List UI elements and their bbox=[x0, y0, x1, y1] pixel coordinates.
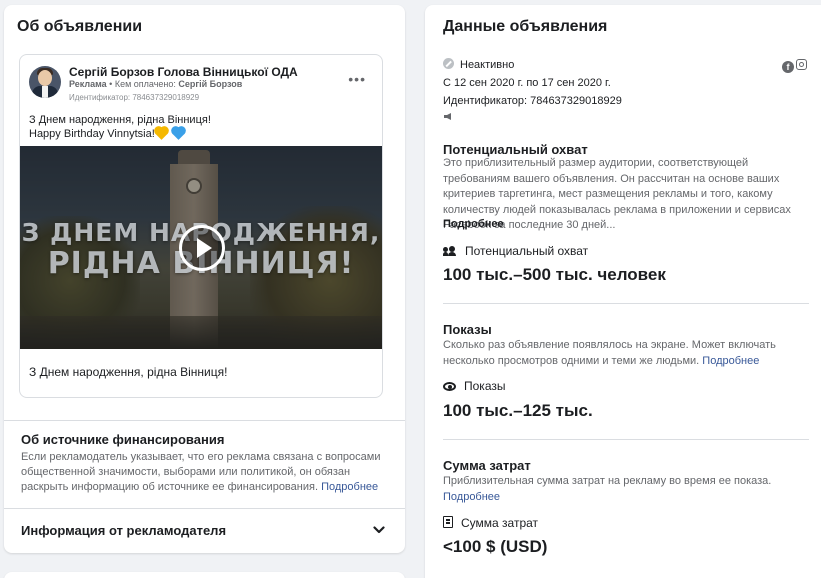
video-caption: З Днем народження, рідна Вінниця! bbox=[29, 365, 228, 379]
status-row: Неактивно bbox=[443, 58, 514, 71]
reach-value: 100 тыс.–500 тыс. человек bbox=[443, 265, 666, 284]
reach-more-link[interactable]: Подробнее bbox=[443, 218, 504, 230]
reach-heading: Потенциальный охват bbox=[443, 142, 588, 157]
spend-label-text: Сумма затрат bbox=[461, 516, 539, 530]
next-card bbox=[4, 572, 405, 578]
ad-text-line2-text: Happy Birthday Vinnytsia! bbox=[29, 128, 155, 140]
spend-value: <100 $ (USD) bbox=[443, 537, 548, 556]
date-range: С 12 сен 2020 г. по 17 сен 2020 г. bbox=[443, 77, 611, 89]
spend-desc-text: Приблизительная сумма затрат на рекламу … bbox=[443, 475, 772, 487]
funding-more-link[interactable]: Подробнее bbox=[321, 481, 378, 493]
avatar[interactable] bbox=[29, 66, 61, 98]
instagram-icon bbox=[796, 59, 807, 70]
platform-icons: f bbox=[782, 57, 807, 75]
people-icon bbox=[443, 246, 457, 256]
spend-more-link[interactable]: Подробнее bbox=[443, 491, 500, 503]
impressions-label: Показы bbox=[443, 379, 505, 393]
status-inactive-icon bbox=[443, 58, 454, 69]
chevron-down-icon[interactable] bbox=[373, 524, 385, 536]
sponsored-label: Реклама bbox=[69, 79, 107, 89]
ad-text: З Днем народження, рідна Вінниця! Happy … bbox=[29, 113, 211, 141]
impressions-more-link[interactable]: Подробнее bbox=[702, 355, 759, 367]
divider bbox=[443, 439, 809, 440]
paid-by-prefix: • Кем оплачено: bbox=[106, 79, 179, 89]
funding-title: Об источнике финансирования bbox=[21, 432, 225, 447]
impressions-heading: Показы bbox=[443, 322, 492, 337]
spend-label: Сумма затрат bbox=[443, 516, 538, 530]
divider bbox=[4, 420, 405, 421]
page-name[interactable]: Сергій Борзов Голова Вінницької ОДА bbox=[69, 65, 298, 79]
reach-label: Потенциальный охват bbox=[443, 244, 588, 258]
sponsor-line: Реклама • Кем оплачено: Сергій Борзов bbox=[69, 79, 242, 89]
reach-label-text: Потенциальный охват bbox=[465, 244, 589, 258]
heart-yellow-icon bbox=[154, 127, 168, 140]
megaphone-icon bbox=[444, 113, 451, 120]
divider bbox=[4, 508, 405, 509]
divider bbox=[443, 303, 809, 304]
about-ad-title: Об объявлении bbox=[17, 18, 143, 35]
status-text: Неактивно bbox=[460, 59, 515, 71]
facebook-icon: f bbox=[782, 61, 794, 73]
spend-description: Приблизительная сумма затрат на рекламу … bbox=[443, 474, 793, 505]
play-icon[interactable] bbox=[179, 225, 225, 271]
ad-text-line1: З Днем народження, рідна Вінниця! bbox=[29, 114, 211, 126]
paid-by-name: Сергій Борзов bbox=[178, 79, 243, 89]
ad-id: Идентификатор: 784637329018929 bbox=[443, 95, 622, 107]
eye-icon bbox=[443, 382, 456, 391]
more-dots-icon[interactable]: ••• bbox=[348, 71, 366, 87]
funding-text: Если рекламодатель указывает, что его ре… bbox=[21, 450, 391, 495]
heart-blue-icon bbox=[171, 127, 185, 140]
spend-heading: Сумма затрат bbox=[443, 458, 531, 473]
ad-video[interactable]: З ДНЕМ НАРОДЖЕННЯ, РІДНА ВІННИЦЯ! bbox=[20, 146, 382, 349]
money-icon bbox=[443, 516, 453, 528]
advertiser-info-toggle[interactable]: Информация от рекламодателя bbox=[21, 522, 387, 540]
impressions-description: Сколько раз объявление появлялось на экр… bbox=[443, 338, 793, 369]
ad-text-line2: Happy Birthday Vinnytsia! bbox=[29, 127, 211, 141]
advertiser-info-label: Информация от рекламодателя bbox=[21, 523, 227, 538]
impressions-label-text: Показы bbox=[464, 379, 506, 393]
impressions-value: 100 тыс.–125 тыс. bbox=[443, 401, 593, 420]
ad-details-title: Данные объявления bbox=[443, 18, 608, 35]
ad-id-line: Идентификатор: 784637329018929 bbox=[69, 93, 200, 102]
ad-preview[interactable]: Сергій Борзов Голова Вінницької ОДА Рекл… bbox=[19, 54, 383, 398]
